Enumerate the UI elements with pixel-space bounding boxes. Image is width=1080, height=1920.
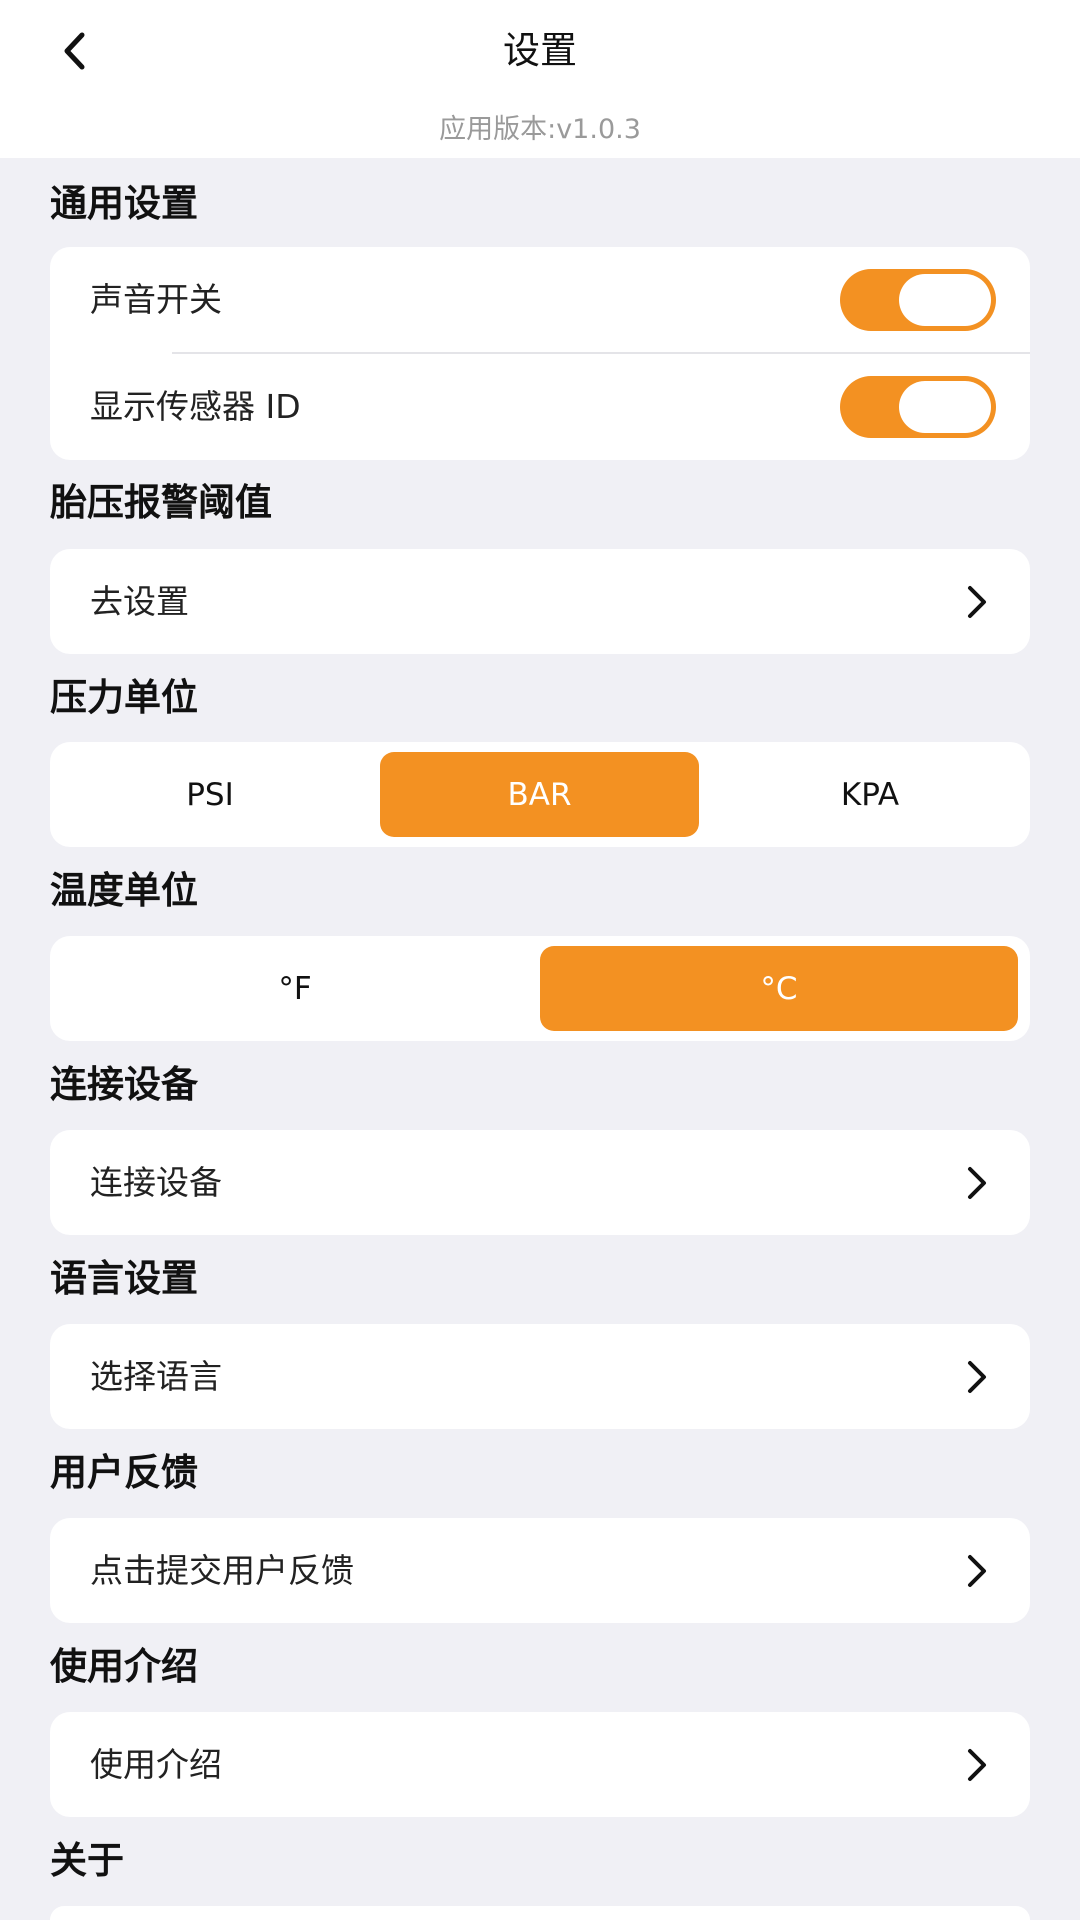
- sensor-id-toggle[interactable]: [840, 376, 996, 438]
- chevron-right-icon: [962, 1745, 992, 1785]
- temperature-option-fahrenheit[interactable]: °F: [50, 946, 540, 1031]
- section-title-device: 连接设备: [50, 1063, 198, 1106]
- usage-intro-label: 使用介绍: [90, 1744, 222, 1784]
- pressure-option-bar[interactable]: BAR: [380, 752, 699, 837]
- section-title-language: 语言设置: [50, 1257, 198, 1300]
- toggle-knob: [899, 274, 991, 326]
- alarm-card: 去设置: [50, 549, 1030, 654]
- about-card: [50, 1906, 1030, 1920]
- sound-toggle[interactable]: [840, 269, 996, 331]
- section-title-temperature: 温度单位: [50, 869, 198, 912]
- select-language-row[interactable]: 选择语言: [50, 1324, 1030, 1429]
- temperature-option-celsius[interactable]: °C: [540, 946, 1018, 1031]
- alarm-threshold-row[interactable]: 去设置: [50, 549, 1030, 654]
- chevron-right-icon: [962, 582, 992, 622]
- section-title-pressure: 压力单位: [50, 676, 198, 719]
- section-title-intro: 使用介绍: [50, 1645, 198, 1688]
- usage-intro-row[interactable]: 使用介绍: [50, 1712, 1030, 1817]
- select-language-label: 选择语言: [90, 1356, 222, 1396]
- section-title-alarm: 胎压报警阈值: [50, 481, 272, 524]
- alarm-threshold-label: 去设置: [90, 581, 189, 621]
- section-title-feedback: 用户反馈: [50, 1451, 198, 1494]
- sound-switch-label: 声音开关: [90, 280, 222, 319]
- temperature-unit-card: °F °C: [50, 936, 1030, 1041]
- section-title-general: 通用设置: [50, 182, 198, 225]
- intro-card: 使用介绍: [50, 1712, 1030, 1817]
- toggle-knob: [899, 381, 991, 433]
- sensor-id-label: 显示传感器 ID: [90, 387, 301, 426]
- top-bar: 设置 应用版本:v1.0.3: [0, 0, 1080, 158]
- pressure-option-psi[interactable]: PSI: [50, 752, 370, 837]
- chevron-right-icon: [962, 1551, 992, 1591]
- general-settings-card: 声音开关 显示传感器 ID: [50, 247, 1030, 460]
- connect-device-label: 连接设备: [90, 1162, 222, 1202]
- device-card: 连接设备: [50, 1130, 1030, 1235]
- submit-feedback-label: 点击提交用户反馈: [90, 1550, 354, 1590]
- app-version-label: 应用版本:v1.0.3: [439, 114, 641, 145]
- pressure-option-kpa[interactable]: KPA: [710, 752, 1030, 837]
- page-title: 设置: [503, 29, 577, 72]
- connect-device-row[interactable]: 连接设备: [50, 1130, 1030, 1235]
- section-title-about: 关于: [50, 1839, 124, 1882]
- feedback-card: 点击提交用户反馈: [50, 1518, 1030, 1623]
- pressure-unit-card: PSI BAR KPA: [50, 742, 1030, 847]
- sensor-id-row: 显示传感器 ID: [50, 354, 1030, 460]
- chevron-right-icon: [962, 1163, 992, 1203]
- chevron-right-icon: [962, 1357, 992, 1397]
- sound-switch-row: 声音开关: [50, 247, 1030, 353]
- language-card: 选择语言: [50, 1324, 1030, 1429]
- submit-feedback-row[interactable]: 点击提交用户反馈: [50, 1518, 1030, 1623]
